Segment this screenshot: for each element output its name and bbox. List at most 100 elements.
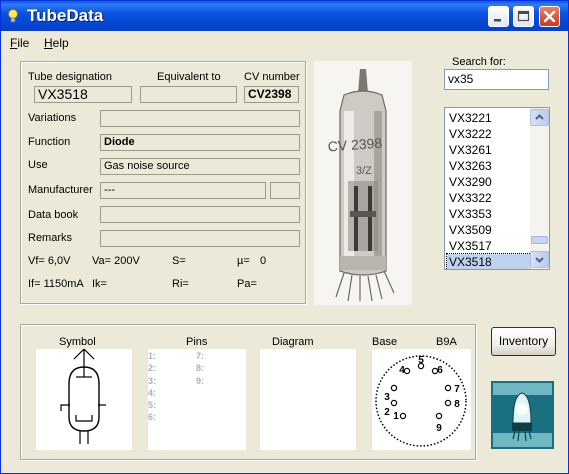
base-pin-number: 3 bbox=[384, 392, 390, 403]
maximize-button[interactable] bbox=[513, 6, 534, 27]
pin-label: 2: bbox=[148, 363, 157, 374]
chevron-up-icon bbox=[535, 114, 544, 120]
list-item[interactable]: VX3517 bbox=[447, 238, 531, 254]
if-value: If= 1150mA bbox=[28, 278, 84, 290]
manufacturer-code-field[interactable] bbox=[270, 182, 300, 199]
base-pin-number: 1 bbox=[393, 411, 399, 422]
chevron-down-icon bbox=[535, 257, 544, 263]
base-pin-number: 6 bbox=[437, 365, 443, 376]
base-pin-number: 7 bbox=[454, 384, 460, 395]
list-item[interactable]: VX3322 bbox=[447, 190, 531, 206]
use-label: Use bbox=[28, 159, 48, 171]
app-window: TubeData File Help Tube designation Equi… bbox=[0, 0, 569, 474]
use-field[interactable]: Gas noise source bbox=[100, 158, 300, 175]
list-item[interactable]: VX3353 bbox=[447, 206, 531, 222]
scroll-thumb[interactable] bbox=[531, 236, 548, 244]
pins-panel: 1: 2: 3: 4: 5: 6: 7: 8: 9: bbox=[148, 349, 246, 450]
tube-designation-label: Tube designation bbox=[28, 71, 112, 83]
symbol-panel bbox=[36, 348, 132, 450]
menu-file[interactable]: File bbox=[10, 36, 29, 50]
vf-value: Vf= 6,0V bbox=[28, 255, 71, 267]
data-book-label: Data book bbox=[28, 209, 79, 221]
minimize-icon bbox=[494, 19, 501, 22]
list-item[interactable]: VX3263 bbox=[447, 158, 531, 174]
list-item[interactable]: VX3261 bbox=[447, 142, 531, 158]
menu-file-label: ile bbox=[17, 36, 30, 50]
function-label: Function bbox=[28, 136, 71, 148]
pin-label: 1: bbox=[148, 351, 157, 361]
pin-label: 6: bbox=[148, 412, 157, 423]
title-bar[interactable]: TubeData bbox=[1, 1, 568, 31]
list-item[interactable]: VX3509 bbox=[447, 222, 531, 238]
va-value: Va= 200V bbox=[92, 255, 140, 267]
maximize-icon bbox=[517, 10, 530, 22]
remarks-label: Remarks bbox=[28, 232, 73, 244]
results-scrollbar[interactable] bbox=[530, 108, 549, 269]
tube-designation-field[interactable]: VX3518 bbox=[34, 86, 132, 103]
tube-photo-drawing: CV 2398 3/Z bbox=[314, 61, 412, 305]
diagram-panel bbox=[260, 349, 356, 450]
base-type-label: B9A bbox=[436, 336, 457, 348]
equivalent-label: Equivalent to bbox=[157, 71, 221, 83]
list-item[interactable]: VX3221 bbox=[447, 110, 531, 126]
pin-label: 7: bbox=[196, 351, 205, 361]
pin-label: 3: bbox=[148, 375, 157, 386]
base-pin-number: 2 bbox=[384, 407, 390, 418]
pa-value: Pa= bbox=[237, 278, 257, 290]
tube-glass-print-2: 3/Z bbox=[356, 165, 372, 177]
pin-label: 5: bbox=[148, 400, 157, 411]
mu-value: 0 bbox=[260, 255, 267, 267]
tube-photo: CV 2398 3/Z bbox=[314, 61, 412, 305]
pin-label: 4: bbox=[148, 387, 157, 398]
s-value: S= bbox=[172, 255, 186, 267]
close-icon bbox=[543, 10, 556, 23]
base-pin-number: 9 bbox=[436, 423, 442, 434]
base-panel: 1 2 3 4 5 6 7 8 9 bbox=[372, 349, 471, 450]
variations-field[interactable] bbox=[100, 110, 300, 127]
data-book-field[interactable] bbox=[100, 206, 300, 223]
remarks-field[interactable] bbox=[100, 230, 300, 247]
cv-number-field[interactable]: CV2398 bbox=[244, 86, 299, 103]
symbol-label: Symbol bbox=[59, 336, 96, 348]
manufacturer-field[interactable]: --- bbox=[100, 182, 266, 199]
menu-help[interactable]: Help bbox=[44, 36, 69, 50]
pin-label: 9: bbox=[196, 375, 205, 386]
scroll-up-button[interactable] bbox=[530, 109, 549, 126]
mu-label: µ= bbox=[237, 255, 250, 267]
inventory-button[interactable]: Inventory bbox=[491, 327, 556, 356]
pins-right-column: 7: 8: 9: bbox=[196, 350, 204, 387]
list-item-selected[interactable]: VX3518 bbox=[446, 253, 532, 269]
equivalent-field[interactable] bbox=[140, 86, 237, 103]
results-listbox[interactable]: VX3221 VX3222 VX3261 VX3263 VX3290 VX332… bbox=[444, 107, 550, 270]
pins-label: Pins bbox=[186, 336, 208, 348]
base-label: Base bbox=[372, 336, 398, 348]
ik-value: Ik= bbox=[92, 278, 107, 290]
base-pin-number: 4 bbox=[399, 365, 405, 376]
diagram-label: Diagram bbox=[272, 336, 314, 348]
logo-tube-icon bbox=[491, 381, 554, 449]
list-item[interactable]: VX3290 bbox=[447, 174, 531, 190]
minimize-button[interactable] bbox=[488, 6, 509, 27]
function-field[interactable]: Diode bbox=[100, 134, 300, 151]
base-pin-number: 8 bbox=[454, 399, 460, 410]
diode-symbol-icon bbox=[60, 348, 106, 444]
manufacturer-label: Manufacturer bbox=[28, 184, 93, 196]
menu-help-accel: H bbox=[44, 36, 53, 50]
lightbulb-icon bbox=[8, 9, 18, 23]
pin-label: 8: bbox=[196, 363, 205, 374]
close-button[interactable] bbox=[539, 6, 560, 27]
menu-help-label: elp bbox=[52, 36, 69, 50]
list-item[interactable]: VX3222 bbox=[447, 126, 531, 142]
app-logo-image bbox=[491, 381, 554, 449]
search-input[interactable]: vx35 bbox=[444, 69, 549, 90]
cv-number-label: CV number bbox=[244, 71, 300, 83]
search-label: Search for: bbox=[452, 56, 506, 68]
pins-left-column: 1: 2: 3: 4: 5: 6: bbox=[148, 350, 156, 424]
variations-label: Variations bbox=[28, 112, 77, 124]
window-title: TubeData bbox=[27, 6, 104, 25]
menu-bar: File Help bbox=[1, 31, 568, 52]
scroll-down-button[interactable] bbox=[530, 251, 549, 268]
base-diagram: 1 2 3 4 5 6 7 8 9 bbox=[375, 355, 467, 447]
base-pin-number: 5 bbox=[418, 355, 424, 366]
ri-value: Ri= bbox=[172, 278, 189, 290]
